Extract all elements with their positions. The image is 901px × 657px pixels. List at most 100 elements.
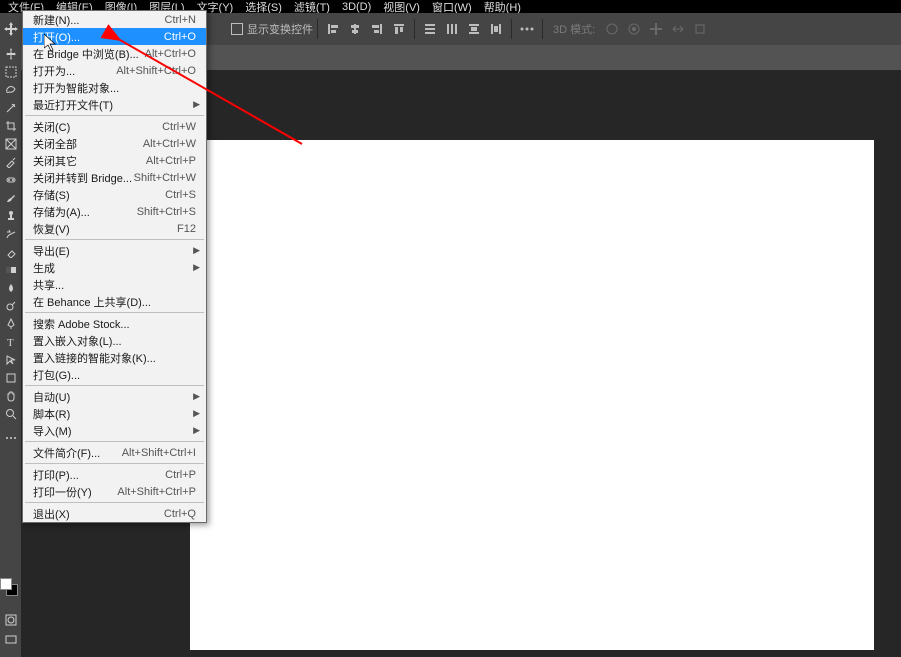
menu-separator [25, 385, 204, 386]
menu-item-label: 在 Behance 上共享(D)... [33, 294, 196, 310]
align-right-icon[interactable] [366, 13, 388, 45]
distribute-1-icon[interactable] [419, 13, 441, 45]
menu-separator [25, 239, 204, 240]
menu-item-label: 打包(G)... [33, 367, 196, 383]
color-swatch[interactable] [0, 578, 21, 599]
menu-separator [25, 441, 204, 442]
menu-item[interactable]: 关闭(C)Ctrl+W [23, 118, 206, 135]
dodge-tool[interactable] [0, 297, 21, 315]
menu-item[interactable]: 打印一份(Y)Alt+Shift+Ctrl+P [23, 483, 206, 500]
separator [511, 19, 512, 39]
menu-item-label: 导入(M) [33, 423, 196, 439]
menu-item[interactable]: 置入嵌入对象(L)... [23, 332, 206, 349]
mode3d-label: 3D 模式: [547, 13, 601, 45]
menu-item[interactable]: 搜索 Adobe Stock... [23, 315, 206, 332]
healing-tool[interactable] [0, 171, 21, 189]
menu-item-label: 关闭(C) [33, 119, 162, 135]
menu-item[interactable]: 打开为...Alt+Shift+Ctrl+O [23, 62, 206, 79]
eraser-tool[interactable] [0, 243, 21, 261]
menu-item[interactable]: 打包(G)... [23, 366, 206, 383]
menu-item[interactable]: 存储为(A)...Shift+Ctrl+S [23, 203, 206, 220]
menu-separator [25, 115, 204, 116]
move-tool-icon[interactable] [0, 13, 22, 45]
more-tools[interactable] [0, 423, 21, 453]
menu-item[interactable]: 文件简介(F)...Alt+Shift+Ctrl+I [23, 444, 206, 461]
menu-item[interactable]: 存储(S)Ctrl+S [23, 186, 206, 203]
history-brush-tool[interactable] [0, 225, 21, 243]
menu-item-shortcut: Ctrl+S [165, 189, 196, 201]
separator [317, 19, 318, 39]
menu-item-shortcut: Ctrl+W [162, 121, 196, 133]
move-tool[interactable] [0, 45, 21, 63]
brush-tool[interactable] [0, 189, 21, 207]
distribute-3-icon[interactable] [463, 13, 485, 45]
magic-wand-tool[interactable] [0, 99, 21, 117]
menu-item[interactable]: 打开(O)...Ctrl+O [23, 28, 206, 45]
menu-separator [25, 312, 204, 313]
menu-item[interactable]: 导出(E) [23, 242, 206, 259]
separator [414, 19, 415, 39]
menu-item[interactable]: 关闭并转到 Bridge...Shift+Ctrl+W [23, 169, 206, 186]
shape-tool[interactable] [0, 369, 21, 387]
gradient-tool[interactable] [0, 261, 21, 279]
pen-tool[interactable] [0, 315, 21, 333]
transform-checkbox[interactable]: 显示变换控件 [231, 13, 313, 45]
menu-item-shortcut: Alt+Ctrl+W [143, 138, 196, 150]
zoom-tool[interactable] [0, 405, 21, 423]
screenmode-icon[interactable] [0, 631, 21, 649]
menu-item-label: 关闭并转到 Bridge... [33, 170, 134, 186]
menu-item-label: 生成 [33, 260, 196, 276]
lasso-tool[interactable] [0, 81, 21, 99]
align-top-icon[interactable] [388, 13, 410, 45]
quickmask-icon[interactable] [0, 611, 21, 629]
align-hcenter-icon[interactable] [344, 13, 366, 45]
menu-separator [25, 502, 204, 503]
menu-item-label: 存储为(A)... [33, 204, 137, 220]
menu-item-shortcut: Shift+Ctrl+W [134, 172, 196, 184]
menu-3d[interactable]: 3D(D) [336, 1, 377, 13]
more-icon[interactable] [516, 13, 538, 45]
menu-item-label: 置入链接的智能对象(K)... [33, 350, 196, 366]
menu-item[interactable]: 关闭全部Alt+Ctrl+W [23, 135, 206, 152]
menu-item[interactable]: 新建(N)...Ctrl+N [23, 11, 206, 28]
menu-item[interactable]: 退出(X)Ctrl+Q [23, 505, 206, 522]
menu-item[interactable]: 脚本(R) [23, 405, 206, 422]
menu-item[interactable]: 最近打开文件(T) [23, 96, 206, 113]
tools-panel: T [0, 45, 21, 657]
menu-item[interactable]: 置入链接的智能对象(K)... [23, 349, 206, 366]
menu-item[interactable]: 打开为智能对象... [23, 79, 206, 96]
menu-item[interactable]: 共享... [23, 276, 206, 293]
crop-tool[interactable] [0, 117, 21, 135]
eyedropper-tool[interactable] [0, 153, 21, 171]
distribute-4-icon[interactable] [485, 13, 507, 45]
menu-item-label: 搜索 Adobe Stock... [33, 316, 196, 332]
align-left-icon[interactable] [322, 13, 344, 45]
type-tool[interactable]: T [0, 333, 21, 351]
hand-tool[interactable] [0, 387, 21, 405]
menu-item[interactable]: 在 Behance 上共享(D)... [23, 293, 206, 310]
menu-item-shortcut: Alt+Ctrl+P [146, 155, 196, 167]
menu-item-label: 存储(S) [33, 187, 165, 203]
blur-tool[interactable] [0, 279, 21, 297]
frame-tool[interactable] [0, 135, 21, 153]
menu-item-shortcut: Alt+Shift+Ctrl+O [116, 65, 196, 77]
stamp-tool[interactable] [0, 207, 21, 225]
3d-orbit-icon [601, 13, 623, 45]
marquee-tool[interactable] [0, 63, 21, 81]
canvas[interactable] [190, 140, 874, 650]
transform-label: 显示变换控件 [247, 21, 313, 37]
3d-roll-icon [623, 13, 645, 45]
menu-item[interactable]: 打印(P)...Ctrl+P [23, 466, 206, 483]
path-select-tool[interactable] [0, 351, 21, 369]
menu-item[interactable]: 在 Bridge 中浏览(B)...Alt+Ctrl+O [23, 45, 206, 62]
menu-item[interactable]: 关闭其它Alt+Ctrl+P [23, 152, 206, 169]
menu-item-label: 在 Bridge 中浏览(B)... [33, 46, 145, 62]
menu-item[interactable]: 自动(U) [23, 388, 206, 405]
menu-item-label: 置入嵌入对象(L)... [33, 333, 196, 349]
menu-item[interactable]: 生成 [23, 259, 206, 276]
menu-item-label: 打开为... [33, 63, 116, 79]
menu-item[interactable]: 恢复(V)F12 [23, 220, 206, 237]
menu-item-label: 导出(E) [33, 243, 196, 259]
menu-item[interactable]: 导入(M) [23, 422, 206, 439]
distribute-2-icon[interactable] [441, 13, 463, 45]
